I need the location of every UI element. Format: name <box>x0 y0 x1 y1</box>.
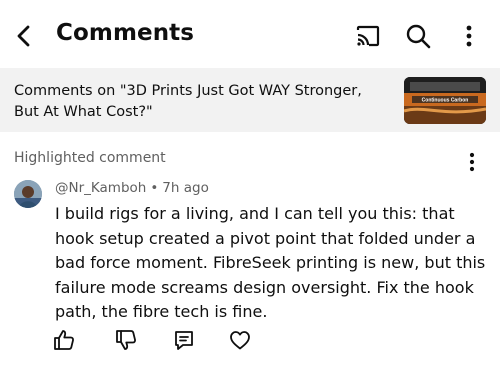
more-vert-icon[interactable] <box>455 22 483 50</box>
video-context-bar[interactable]: Comments on "3D Prints Just Got WAY Stro… <box>0 68 500 132</box>
comment-text: I build rigs for a living, and I can tel… <box>55 204 486 321</box>
highlighted-comment-label: Highlighted comment <box>14 150 166 166</box>
page-title: Comments <box>56 20 195 46</box>
comment-actions <box>0 328 500 354</box>
video-title: Comments on "3D Prints Just Got WAY Stro… <box>14 83 362 120</box>
avatar[interactable] <box>14 180 42 208</box>
thumbnail-caption: Continuous Carbon <box>422 98 469 104</box>
comment-more-icon[interactable] <box>460 150 484 174</box>
comment-author[interactable]: @Nr_Kamboh <box>55 180 146 196</box>
back-arrow-icon[interactable] <box>10 22 38 50</box>
search-icon[interactable] <box>404 22 432 50</box>
meta-separator: • <box>150 180 159 196</box>
comment-meta: @Nr_Kamboh • 7h ago <box>55 180 209 196</box>
reply-icon[interactable] <box>172 328 196 352</box>
top-app-bar: Comments <box>0 0 500 70</box>
comment-time: 7h ago <box>162 180 209 196</box>
thumbs-up-icon[interactable] <box>52 328 76 352</box>
heart-icon[interactable] <box>228 328 252 352</box>
cast-icon[interactable] <box>354 22 382 50</box>
thumbs-down-icon[interactable] <box>114 328 138 352</box>
video-thumbnail[interactable]: Continuous Carbon <box>404 77 486 124</box>
